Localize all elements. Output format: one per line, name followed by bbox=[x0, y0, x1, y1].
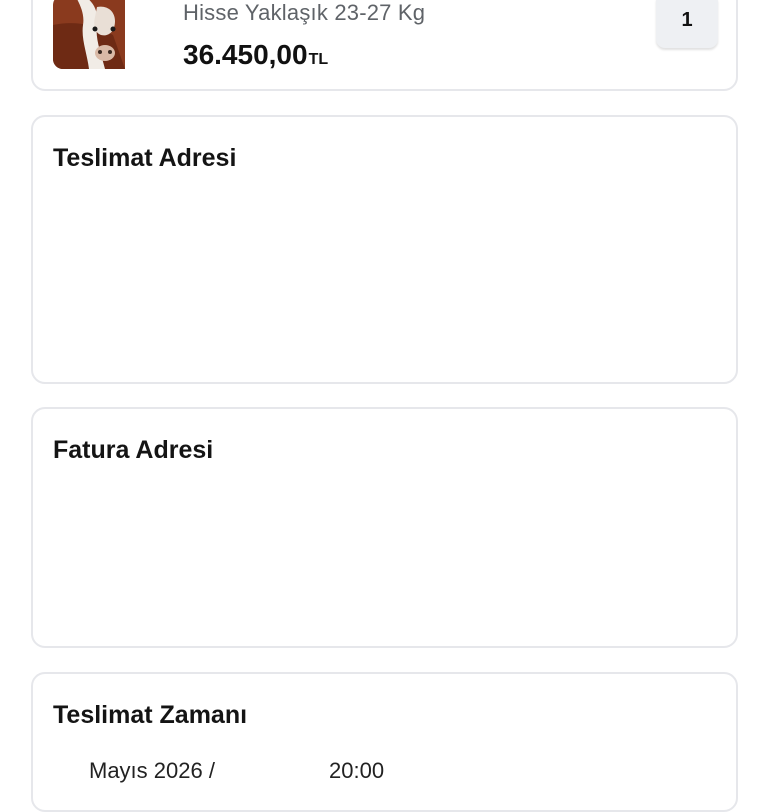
price-currency: TL bbox=[308, 51, 329, 68]
cow-icon bbox=[53, 0, 155, 69]
delivery-time-title: Teslimat Zamanı bbox=[53, 701, 248, 729]
delivery-hour: 20:00 bbox=[329, 758, 385, 783]
delivery-address-card[interactable]: Teslimat Adresi bbox=[31, 115, 738, 384]
product-weight-text: Hisse Yaklaşık 23-27 Kg bbox=[183, 0, 426, 25]
delivery-time-card[interactable]: Teslimat Zamanı Mayıs 2026 / 20:00 bbox=[31, 672, 738, 812]
delivery-time-row[interactable]: Mayıs 2026 / 20:00 bbox=[89, 758, 384, 784]
delivery-address-title: Teslimat Adresi bbox=[53, 144, 237, 172]
quantity-box[interactable]: 1 bbox=[656, 0, 718, 48]
product-price: 36.450,00TL bbox=[183, 39, 328, 71]
quantity-value: 1 bbox=[681, 9, 693, 31]
price-value: 36.450,00 bbox=[183, 39, 308, 70]
invoice-address-card[interactable]: Fatura Adresi bbox=[31, 407, 738, 648]
product-card: Hisse Yaklaşık 23-27 Kg 36.450,00TL 1 bbox=[31, 0, 738, 91]
delivery-date: Mayıs 2026 / bbox=[89, 758, 215, 783]
product-image[interactable] bbox=[53, 0, 155, 69]
invoice-address-title: Fatura Adresi bbox=[53, 436, 214, 464]
